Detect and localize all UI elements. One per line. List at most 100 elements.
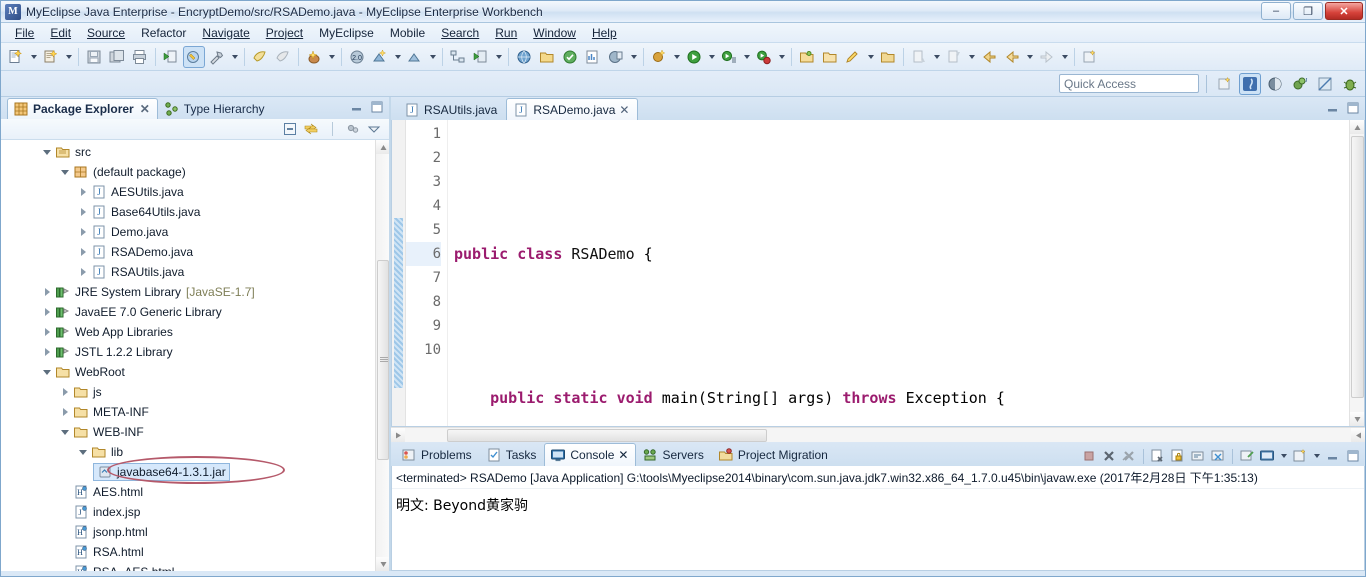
minimize-button[interactable]: – <box>1261 2 1291 20</box>
new-java-class-dropdown-icon[interactable] <box>671 46 682 68</box>
tree-item-rsautils-java[interactable]: J RSAUtils.java <box>1 262 389 282</box>
clear-console-icon[interactable] <box>1149 447 1167 465</box>
collapse-all-icon[interactable] <box>281 121 299 138</box>
run-external-tools-icon[interactable] <box>718 46 740 68</box>
menu-source[interactable]: Source <box>79 24 133 42</box>
twisty-closed-icon[interactable] <box>75 224 91 240</box>
myeclipse-db-dropdown-icon[interactable] <box>326 46 337 68</box>
open-folder-icon[interactable] <box>796 46 818 68</box>
open-file-icon[interactable] <box>819 46 841 68</box>
tree-item-rsa-aes-html[interactable]: H RSA_AES.html <box>1 562 389 571</box>
minimize-icon[interactable] <box>1324 447 1342 465</box>
link-with-editor-icon[interactable] <box>302 121 320 138</box>
tree-item-aes-html[interactable]: H AES.html <box>1 482 389 502</box>
twisty-closed-icon[interactable] <box>57 384 73 400</box>
edit-dropdown-icon[interactable] <box>865 46 876 68</box>
menu-project[interactable]: Project <box>258 24 311 42</box>
tree-item-rsademo-java[interactable]: J RSADemo.java <box>1 242 389 262</box>
tab-project-migration[interactable]: Project Migration <box>712 443 836 466</box>
next-annotation-dropdown-icon[interactable] <box>931 46 942 68</box>
tree-item-meta-inf[interactable]: META-INF <box>1 402 389 422</box>
run-server-dropdown-icon[interactable] <box>493 46 504 68</box>
close-icon[interactable]: ✕ <box>619 103 629 117</box>
new-web-project-dropdown-icon[interactable] <box>392 46 403 68</box>
build-dropdown-icon[interactable] <box>229 46 240 68</box>
new-ee-project-dropdown-icon[interactable] <box>427 46 438 68</box>
twisty-open-icon[interactable] <box>39 144 55 160</box>
sphere-icon[interactable] <box>605 46 627 68</box>
pin-console-icon[interactable] <box>1238 447 1256 465</box>
maximize-icon[interactable] <box>1344 447 1362 465</box>
tab-rsademo-java[interactable]: J RSADemo.java ✕ <box>506 98 639 120</box>
twisty-open-icon[interactable] <box>57 424 73 440</box>
sphere-dropdown-icon[interactable] <box>628 46 639 68</box>
editor-scroll-thumb[interactable] <box>1351 136 1364 398</box>
open-folder2-icon[interactable] <box>877 46 899 68</box>
print-icon[interactable] <box>129 46 151 68</box>
tree-item-jsonp-html[interactable]: H jsonp.html <box>1 522 389 542</box>
editor-horizontal-scrollbar[interactable] <box>391 427 1365 442</box>
new-wizard-icon[interactable] <box>5 46 27 68</box>
run-external-tools-dropdown-icon[interactable] <box>741 46 752 68</box>
run-dropdown-icon[interactable] <box>706 46 717 68</box>
editor-hscroll-thumb[interactable] <box>447 429 767 442</box>
maximize-icon[interactable] <box>369 99 385 114</box>
tree-item-jstl-library[interactable]: JSTL 1.2.2 Library <box>1 342 389 362</box>
menu-run[interactable]: Run <box>487 24 525 42</box>
tree-item-default-package[interactable]: (default package) <box>1 162 389 182</box>
undeploy-icon[interactable] <box>272 46 294 68</box>
scroll-right-arrow[interactable] <box>1351 428 1365 442</box>
report-icon[interactable] <box>582 46 604 68</box>
open-perspective-icon[interactable] <box>1214 73 1236 95</box>
debug-icon[interactable] <box>753 46 775 68</box>
annotation-ruler[interactable] <box>392 120 406 426</box>
scroll-down-arrow[interactable] <box>1350 412 1364 426</box>
twisty-closed-icon[interactable] <box>75 244 91 260</box>
project-tree[interactable]: src (default package) J AESUtils.java J … <box>1 140 389 571</box>
display-selected-console-dropdown-icon[interactable] <box>1278 445 1289 467</box>
focus-on-active-task-icon[interactable] <box>344 121 362 138</box>
terminate-icon[interactable] <box>1080 447 1098 465</box>
tree-item-webroot[interactable]: WebRoot <box>1 362 389 382</box>
tree-item-rsa-html[interactable]: H RSA.html <box>1 542 389 562</box>
twisty-closed-icon[interactable] <box>39 344 55 360</box>
forward-arrow-icon[interactable] <box>1036 46 1058 68</box>
scroll-down-arrow[interactable] <box>376 557 389 571</box>
menu-file[interactable]: File <box>7 24 42 42</box>
tree-item-lib[interactable]: lib <box>1 442 389 462</box>
tree-item-demo-java[interactable]: J Demo.java <box>1 222 389 242</box>
twisty-closed-icon[interactable] <box>39 284 55 300</box>
open-resource-icon[interactable] <box>536 46 558 68</box>
minimize-icon[interactable] <box>1325 100 1341 115</box>
history-dropdown-icon[interactable] <box>1024 46 1035 68</box>
new-wizard-dropdown-icon[interactable] <box>28 46 39 68</box>
open-type-hierarchy-icon[interactable] <box>447 46 469 68</box>
save-icon[interactable] <box>83 46 105 68</box>
selected-item-highlight[interactable]: javabase64-1.3.1.jar <box>93 463 230 481</box>
menu-window[interactable]: Window <box>525 24 584 42</box>
perspective-myeclipse-java-enterprise-icon[interactable] <box>1239 72 1261 95</box>
remove-launch-icon[interactable] <box>1100 447 1118 465</box>
twisty-closed-icon[interactable] <box>75 264 91 280</box>
tab-type-hierarchy[interactable]: Type Hierarchy <box>158 98 273 119</box>
menu-search[interactable]: Search <box>433 24 487 42</box>
scroll-lock-icon[interactable] <box>1169 447 1187 465</box>
tree-item-aesutils-java[interactable]: J AESUtils.java <box>1 182 389 202</box>
tree-item-jre-system-library[interactable]: JRE System Library [JavaSE-1.7] <box>1 282 389 302</box>
tab-tasks[interactable]: Tasks <box>480 443 545 466</box>
menu-myeclipse[interactable]: MyEclipse <box>311 24 382 42</box>
view-menu-icon[interactable] <box>365 121 383 138</box>
minimize-icon[interactable] <box>349 99 365 114</box>
validate-icon[interactable] <box>559 46 581 68</box>
back-arrow-icon[interactable] <box>978 46 1000 68</box>
previous-annotation-icon[interactable] <box>943 46 965 68</box>
myeclipse-db-icon[interactable] <box>303 46 325 68</box>
twisty-closed-icon[interactable] <box>75 204 91 220</box>
perspective-java-ee-icon[interactable] <box>1314 73 1336 95</box>
editor-vertical-scrollbar[interactable] <box>1349 120 1364 426</box>
tree-item-javabase64-jar[interactable]: javabase64-1.3.1.jar <box>1 462 389 482</box>
build-project-icon[interactable] <box>183 45 205 68</box>
web20-icon[interactable]: 2.0 <box>346 46 368 68</box>
tab-servers[interactable]: Servers <box>636 443 711 466</box>
tree-scroll-thumb[interactable] <box>377 260 389 460</box>
